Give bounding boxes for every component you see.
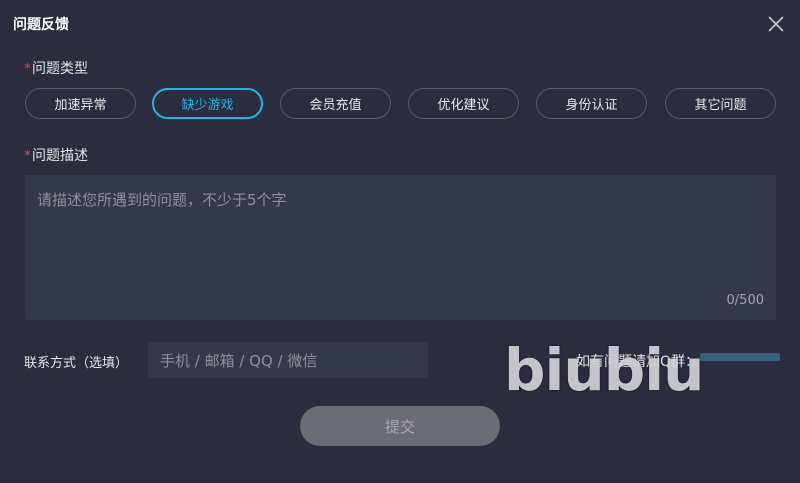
contact-label: 联系方式（选填） bbox=[24, 356, 129, 371]
type-option-suggestion[interactable]: 优化建议 bbox=[408, 88, 519, 119]
contact-placeholder: 手机 / 邮箱 / QQ / 微信 bbox=[160, 351, 318, 370]
dialog-title: 问题反馈 bbox=[13, 17, 69, 33]
feedback-dialog: 问题反馈 *问题类型 加速异常 缺少游戏 会员充值 优化建议 身份认证 其它问题… bbox=[0, 0, 800, 483]
contact-input[interactable]: 手机 / 邮箱 / QQ / 微信 bbox=[148, 342, 428, 378]
qq-group-link[interactable] bbox=[700, 353, 780, 361]
character-counter: 0/500 bbox=[726, 293, 764, 308]
type-option-membership[interactable]: 会员充值 bbox=[280, 88, 391, 119]
close-icon[interactable] bbox=[764, 12, 788, 36]
type-option-identity[interactable]: 身份认证 bbox=[536, 88, 647, 119]
problem-type-label: *问题类型 bbox=[24, 58, 88, 78]
description-textarea[interactable]: 请描述您所遇到的问题，不少于5个字 0/500 bbox=[25, 175, 776, 320]
type-option-missing-game[interactable]: 缺少游戏 bbox=[152, 88, 263, 119]
type-option-acceleration[interactable]: 加速异常 bbox=[25, 88, 136, 119]
description-label-text: 问题描述 bbox=[32, 148, 88, 164]
watermark-logo: biubiu bbox=[504, 336, 704, 404]
problem-type-label-text: 问题类型 bbox=[32, 61, 88, 77]
type-option-other[interactable]: 其它问题 bbox=[665, 88, 776, 119]
submit-button[interactable]: 提交 bbox=[300, 406, 500, 446]
required-mark: * bbox=[24, 61, 31, 77]
problem-type-options: 加速异常 缺少游戏 会员充值 优化建议 身份认证 其它问题 bbox=[25, 88, 777, 119]
required-mark: * bbox=[24, 148, 31, 164]
description-placeholder: 请描述您所遇到的问题，不少于5个字 bbox=[37, 191, 287, 209]
description-label: *问题描述 bbox=[24, 145, 88, 165]
